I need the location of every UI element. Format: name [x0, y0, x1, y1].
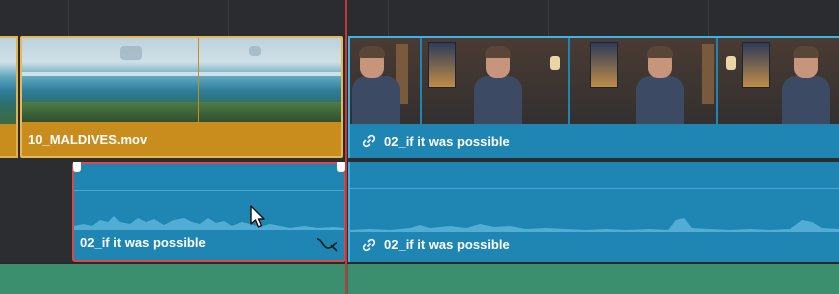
- clip-thumbnail: [50, 38, 198, 124]
- grid-line: [708, 0, 709, 36]
- audio-clip-linked[interactable]: 02_if it was possible: [348, 162, 839, 262]
- video-clip-if-it-was-possible[interactable]: 02_if it was possible: [348, 36, 839, 158]
- clip-name: 02_if it was possible: [384, 133, 510, 149]
- timeline-panel: 10_MALDIVES.mov 02_if it was possible 02…: [0, 0, 839, 294]
- clip-name: 02_if it was possible: [80, 235, 206, 250]
- clip-label-row: 02_if it was possible: [362, 237, 510, 252]
- clip-thumbnail: [422, 38, 568, 124]
- clip-label-row: 02_if it was possible: [350, 124, 839, 158]
- grid-line: [548, 0, 549, 36]
- link-icon: [362, 238, 376, 251]
- clip-thumbnail: [350, 38, 420, 124]
- grid-line: [228, 0, 229, 36]
- clip-thumbnail: [199, 38, 341, 124]
- video-clip-previous[interactable]: [0, 36, 18, 158]
- clip-thumbnails: [350, 38, 839, 124]
- empty-track-area: [0, 0, 839, 36]
- clip-thumbnails: [22, 38, 341, 124]
- clip-name: 02_if it was possible: [384, 237, 510, 252]
- clip-thumbnail: [0, 38, 16, 124]
- grid-line: [388, 0, 389, 36]
- clip-trim-handle-right[interactable]: [337, 162, 345, 172]
- clip-trim-handle-left[interactable]: [73, 162, 81, 172]
- audio-clip-selected[interactable]: 02_if it was possible: [72, 162, 346, 262]
- fade-curve-icon[interactable]: [316, 236, 338, 252]
- grid-line: [68, 0, 69, 36]
- video-track: 10_MALDIVES.mov 02_if it was possible: [0, 36, 839, 158]
- playhead[interactable]: [345, 0, 347, 294]
- clip-name: 10_MALDIVES.mov: [22, 122, 341, 156]
- video-clip-maldives[interactable]: 10_MALDIVES.mov: [20, 36, 343, 158]
- link-icon: [362, 134, 376, 148]
- clip-thumbnail: [22, 38, 50, 124]
- mouse-pointer-icon: [250, 205, 265, 228]
- clip-thumbnail: [570, 38, 716, 124]
- audio-track-2-clip[interactable]: [0, 264, 839, 294]
- audio-track: 02_if it was possible 02_if it was possi…: [0, 158, 839, 262]
- waveform-baseline: [74, 190, 344, 191]
- waveform-baseline: [350, 188, 839, 189]
- clip-thumbnail: [718, 38, 839, 124]
